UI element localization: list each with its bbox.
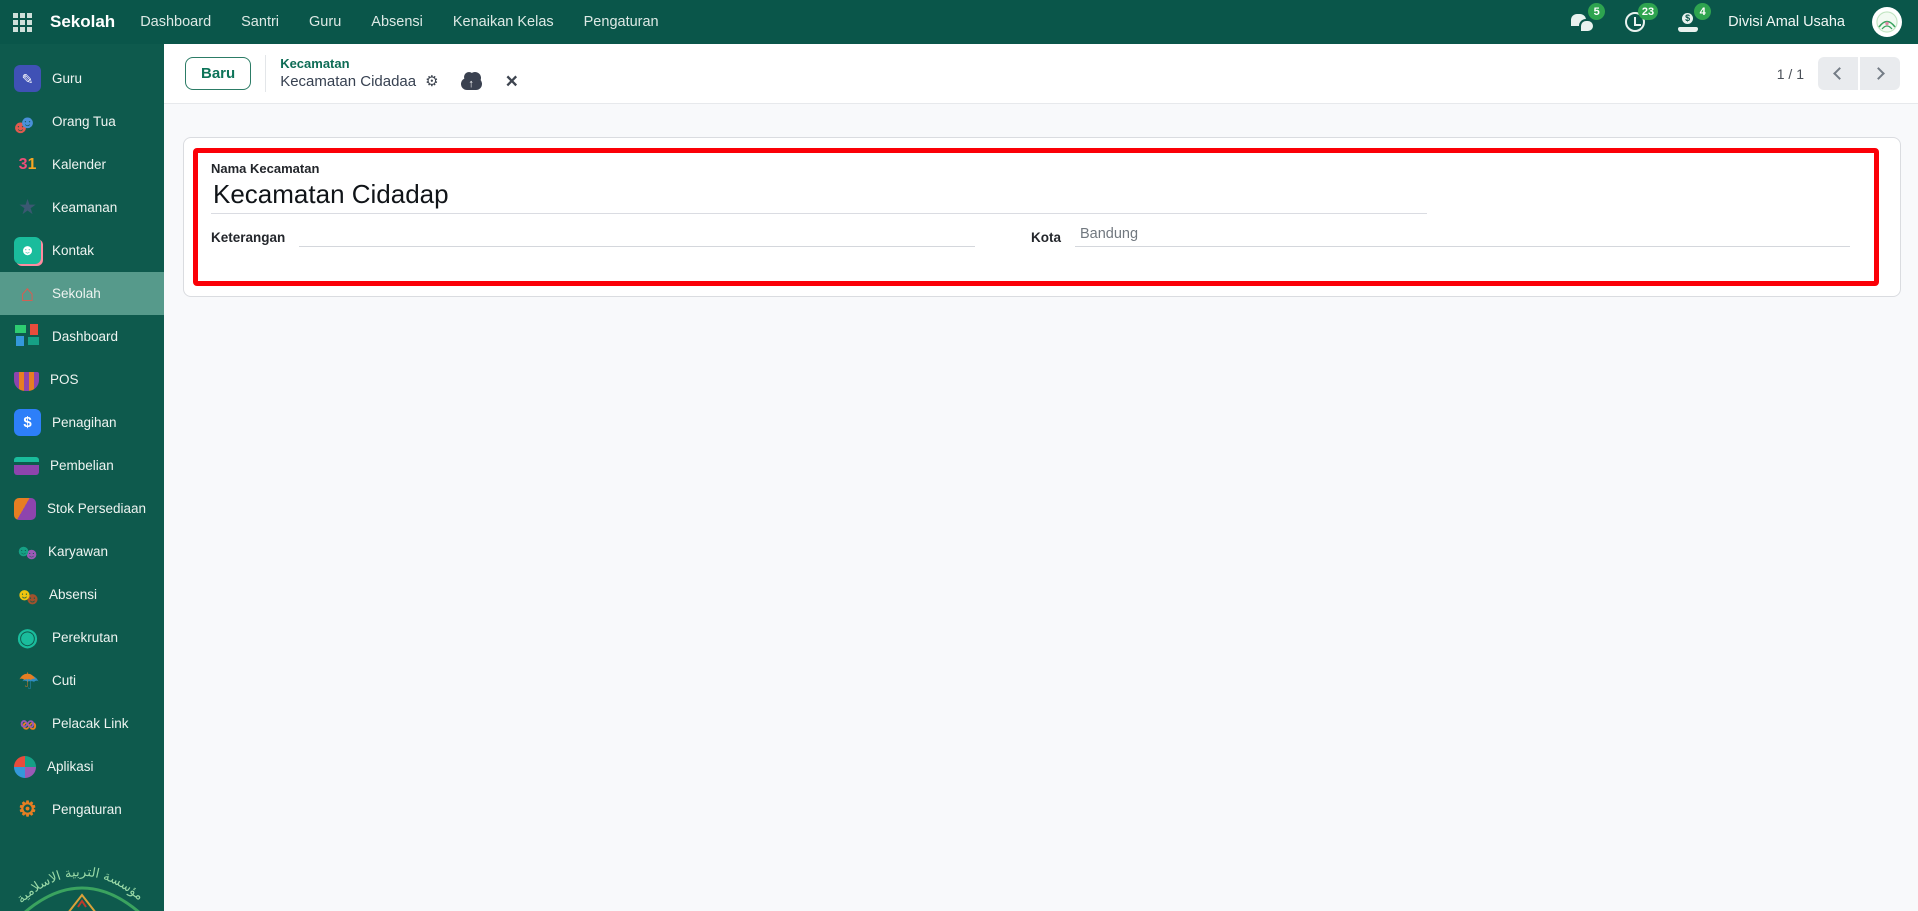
- settings-app-icon: ⚙: [18, 798, 37, 821]
- nav-item-guru[interactable]: Guru: [294, 0, 356, 44]
- pager-next-button[interactable]: [1860, 57, 1900, 90]
- chevron-left-icon: [1833, 67, 1846, 80]
- nama-kecamatan-input[interactable]: [211, 178, 1427, 214]
- control-panel: Baru Kecamatan Kecamatan Cidadaa ⚙ × 1 /…: [164, 44, 1918, 104]
- apps-app-icon: [14, 755, 36, 778]
- sidebar-item-label: Kontak: [52, 243, 95, 258]
- nav-item-pengaturan[interactable]: Pengaturan: [569, 0, 674, 44]
- foundation-logo-text: مؤسسة التربية الاسلامية: [14, 865, 146, 907]
- company-name: Divisi Amal Usaha: [1728, 14, 1845, 30]
- nama-kecamatan-label: Nama Kecamatan: [211, 161, 320, 176]
- sidebar-item-pos[interactable]: POS: [0, 358, 164, 401]
- sidebar-item-stok-persediaan[interactable]: Stok Persediaan: [0, 487, 164, 530]
- sidebar-item-kalender[interactable]: 31 Kalender: [0, 143, 164, 186]
- sidebar-item-label: Absensi: [49, 587, 98, 602]
- form-sheet: Nama Kecamatan Keterangan Kota: [183, 137, 1901, 297]
- employees-app-icon: ☻: [15, 542, 32, 560]
- annotation-highlight-box: Nama Kecamatan Keterangan Kota: [193, 148, 1879, 286]
- sidebar-item-karyawan[interactable]: ☻ Karyawan: [0, 530, 164, 573]
- pager-previous-button[interactable]: [1818, 57, 1858, 90]
- sidebar-item-cuti[interactable]: ☂ Cuti: [0, 659, 164, 702]
- contacts-app-icon: ☻: [14, 237, 41, 264]
- attendance-button[interactable]: 4: [1675, 3, 1712, 35]
- sidebar-item-label: Stok Persediaan: [47, 501, 147, 516]
- keterangan-label: Keterangan: [211, 230, 286, 245]
- sidebar-item-label: Perekrutan: [52, 630, 119, 645]
- sidebar-item-label: Pengaturan: [52, 802, 122, 817]
- sidebar-item-keamanan[interactable]: ★ Keamanan: [0, 186, 164, 229]
- activities-badge: 23: [1637, 3, 1659, 20]
- messages-badge: 5: [1588, 3, 1606, 20]
- messages-button[interactable]: 5: [1569, 3, 1606, 35]
- nav-item-dashboard[interactable]: Dashboard: [125, 0, 226, 44]
- sidebar-item-absensi[interactable]: ☻ Absensi: [0, 573, 164, 616]
- sidebar-item-label: Pembelian: [50, 458, 114, 473]
- sidebar-item-label: Kalender: [52, 157, 107, 172]
- parents-app-icon: ☻: [18, 111, 37, 132]
- foundation-logo: مؤسسة التربية الاسلامية: [0, 835, 164, 911]
- app-sidebar: ✎ Guru ☻ Orang Tua 31 Kalender ★ Keamana…: [0, 44, 164, 911]
- kota-label: Kota: [1030, 230, 1061, 245]
- user-avatar[interactable]: [1872, 7, 1902, 37]
- sidebar-item-aplikasi[interactable]: Aplikasi: [0, 745, 164, 788]
- sidebar-item-pelacak-link[interactable]: ∞ Pelacak Link: [0, 702, 164, 745]
- apps-menu-button[interactable]: [0, 0, 44, 44]
- sidebar-item-dashboard[interactable]: Dashboard: [0, 315, 164, 358]
- dashboard-app-icon: [14, 323, 41, 350]
- sidebar-item-pembelian[interactable]: Pembelian: [0, 444, 164, 487]
- sidebar-item-guru[interactable]: ✎ Guru: [0, 57, 164, 100]
- discard-x-icon[interactable]: ×: [506, 71, 518, 92]
- activities-button[interactable]: 23: [1622, 3, 1659, 35]
- breadcrumb: Kecamatan Kecamatan Cidadaa ⚙ ×: [265, 55, 518, 94]
- time-off-app-icon: ☂: [18, 669, 37, 692]
- sidebar-item-pengaturan[interactable]: ⚙ Pengaturan: [0, 788, 164, 831]
- purchase-app-icon: [14, 456, 39, 475]
- sidebar-item-orang-tua[interactable]: ☻ Orang Tua: [0, 100, 164, 143]
- guru-app-icon: ✎: [14, 65, 41, 92]
- svg-text:مؤسسة التربية الاسلامية: مؤسسة التربية الاسلامية: [14, 865, 146, 907]
- attendance-badge: 4: [1694, 3, 1712, 20]
- nav-item-kenaikan-kelas[interactable]: Kenaikan Kelas: [438, 0, 569, 44]
- attendance-app-icon: ☻: [15, 585, 34, 604]
- breadcrumb-parent-link[interactable]: Kecamatan: [280, 55, 518, 72]
- inventory-app-icon: [14, 497, 36, 520]
- sidebar-item-label: Guru: [52, 71, 83, 86]
- breadcrumb-current: Kecamatan Cidadaa: [280, 73, 417, 90]
- pager-counter: 1 / 1: [1776, 65, 1804, 82]
- sidebar-item-sekolah[interactable]: ⌂ Sekolah: [0, 272, 164, 315]
- sidebar-item-kontak[interactable]: ☻ Kontak: [0, 229, 164, 272]
- grid-icon: [12, 12, 18, 18]
- sidebar-item-label: Orang Tua: [52, 114, 116, 129]
- link-tracker-app-icon: ∞: [20, 712, 35, 735]
- sidebar-item-label: Sekolah: [52, 286, 101, 301]
- sidebar-item-label: Cuti: [52, 673, 77, 688]
- sidebar-item-label: Aplikasi: [47, 759, 94, 774]
- sidebar-item-label: Pelacak Link: [52, 716, 129, 731]
- calendar-app-icon: 31: [14, 151, 41, 178]
- main-content: Baru Kecamatan Kecamatan Cidadaa ⚙ × 1 /…: [164, 44, 1918, 911]
- sidebar-item-label: Dashboard: [52, 329, 119, 344]
- gear-icon[interactable]: ⚙: [425, 72, 438, 92]
- nav-item-absensi[interactable]: Absensi: [356, 0, 438, 44]
- top-navbar: Sekolah Dashboard Santri Guru Absensi Ke…: [0, 0, 1918, 44]
- recruitment-app-icon: ◉: [17, 623, 38, 651]
- security-app-icon: ★: [18, 196, 37, 219]
- billing-app-icon: $: [14, 409, 41, 436]
- sidebar-item-perekrutan[interactable]: ◉ Perekrutan: [0, 616, 164, 659]
- kota-input[interactable]: [1074, 226, 1850, 247]
- school-app-icon: ⌂: [20, 280, 35, 306]
- app-brand-title: Sekolah: [50, 12, 116, 31]
- sidebar-item-penagihan[interactable]: $ Penagihan: [0, 401, 164, 444]
- foundation-logo-icon: [1876, 11, 1898, 33]
- cloud-save-icon[interactable]: [460, 72, 482, 94]
- keterangan-input[interactable]: [299, 226, 975, 247]
- sidebar-item-label: POS: [50, 372, 79, 387]
- sidebar-item-label: Karyawan: [48, 544, 109, 559]
- sidebar-item-label: Penagihan: [52, 415, 117, 430]
- sidebar-item-label: Keamanan: [52, 200, 118, 215]
- new-record-button[interactable]: Baru: [185, 57, 252, 90]
- nav-item-santri[interactable]: Santri: [226, 0, 294, 44]
- chevron-right-icon: [1872, 67, 1885, 80]
- pos-app-icon: [14, 372, 39, 391]
